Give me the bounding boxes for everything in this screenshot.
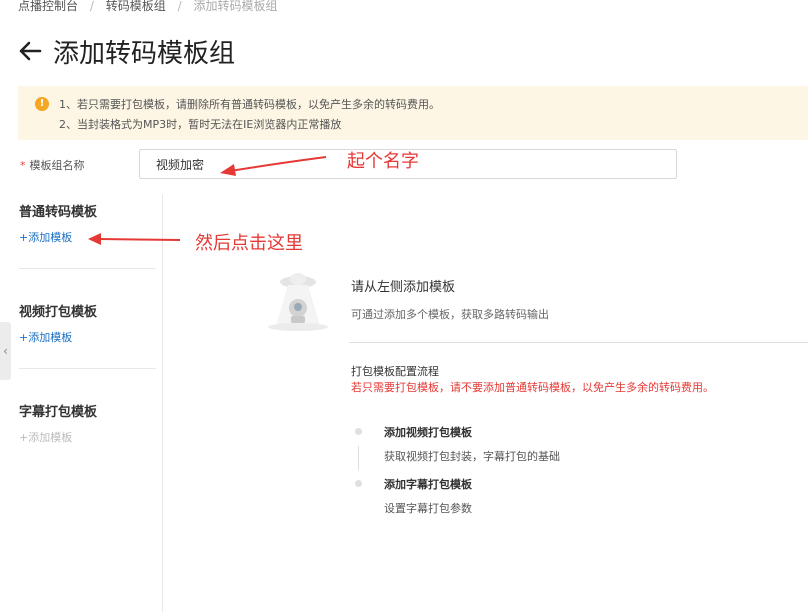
annotation-name-hint: 起个名字 <box>347 151 419 172</box>
breadcrumb-item-template-groups[interactable]: 转码模板组 <box>106 0 166 13</box>
notice-line-1: 1、若只需要打包模板，请删除所有普通转码模板，以免产生多余的转码费用。 <box>59 98 440 111</box>
timeline-line <box>358 446 359 470</box>
add-subtitle-package-template-link: +添加模板 <box>19 431 73 444</box>
breadcrumb-current: 添加转码模板组 <box>193 0 278 13</box>
required-mark: * <box>20 159 26 172</box>
sidebar-divider <box>162 194 163 612</box>
chevron-left-icon[interactable]: ‹ <box>0 322 11 380</box>
section-divider <box>19 268 156 269</box>
breadcrumb: 点播控制台 / 转码模板组 / 添加转码模板组 <box>18 0 277 14</box>
warning-icon: ! <box>35 97 49 111</box>
flow-step-1-title: 添加视频打包模板 <box>384 426 472 439</box>
add-video-package-template-link[interactable]: +添加模板 <box>19 329 72 345</box>
flow-warning: 若只需要打包模板，请不要添加普通转码模板，以免产生多余的转码费用。 <box>351 381 714 394</box>
breadcrumb-separator: / <box>177 0 182 13</box>
notice-line-2: 2、当封装格式为MP3时，暂时无法在IE浏览器内正常播放 <box>59 118 342 131</box>
arrow-left-icon[interactable] <box>17 38 43 64</box>
timeline-dot <box>355 480 362 487</box>
flow-step-1-desc: 获取视频打包封装，字幕打包的基础 <box>384 450 560 463</box>
empty-state-subtitle: 可通过添加多个模板，获取多路转码输出 <box>351 308 549 321</box>
page-title: 添加转码模板组 <box>53 39 236 69</box>
empty-state-title: 请从左侧添加模板 <box>351 280 456 295</box>
annotation-arrow-add <box>88 233 181 245</box>
template-group-name-label: * 模板组名称 <box>20 157 85 173</box>
timeline-dot <box>355 428 362 435</box>
breadcrumb-separator: / <box>89 0 94 13</box>
annotation-click-hint: 然后点击这里 <box>195 233 303 254</box>
flow-step-2-title: 添加字幕打包模板 <box>384 478 472 491</box>
ufo-robot-illustration <box>268 273 328 331</box>
section-title-subtitle-package: 字幕打包模板 <box>19 405 98 420</box>
section-title-video-package: 视频打包模板 <box>19 305 98 320</box>
flow-step-2-desc: 设置字幕打包参数 <box>384 502 472 515</box>
content-divider <box>349 342 808 343</box>
add-normal-template-link[interactable]: +添加模板 <box>19 229 72 245</box>
section-title-normal-transcode: 普通转码模板 <box>19 205 98 220</box>
flow-title: 打包模板配置流程 <box>351 365 439 378</box>
breadcrumb-item-console[interactable]: 点播控制台 <box>18 0 78 13</box>
section-divider <box>19 368 156 369</box>
name-label-text: 模板组名称 <box>29 159 85 172</box>
